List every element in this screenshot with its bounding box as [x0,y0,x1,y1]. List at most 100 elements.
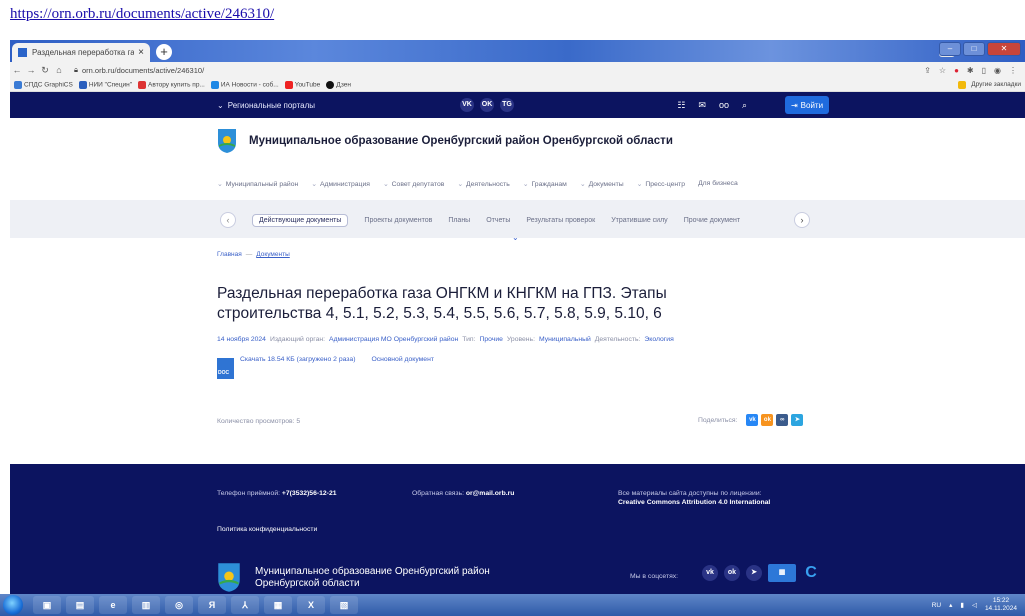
telegram-icon[interactable]: TG [500,98,514,112]
taskbar-chrome-icon[interactable]: ◎ [165,596,193,614]
taskbar-ie-icon[interactable]: e [99,596,127,614]
tab-plans[interactable]: Планы [448,217,470,224]
expand-chevron-icon[interactable]: ⌄ [512,233,519,242]
regional-portals-dropdown[interactable]: ⌄ Региональные порталы [217,101,315,110]
bookmark-item-0[interactable]: СПДС GraphiCS [14,80,73,89]
nav-item-council[interactable]: ⌄ Совет депутатов [383,180,444,188]
footer-telegram-icon[interactable]: ➤ [746,565,762,581]
taskbar-yandex-icon[interactable]: Я [198,596,226,614]
tab-inspection-results[interactable]: Результаты проверок [526,217,595,224]
type-link[interactable]: Прочие [479,336,502,343]
vk-icon[interactable]: VK [460,98,474,112]
new-tab-button[interactable]: + [156,44,172,60]
login-icon: ⇥ [790,100,798,110]
share-icon[interactable]: ⇪ [924,66,931,75]
url-input[interactable]: 🔒︎ orn.orb.ru/documents/active/246310/ [74,64,916,76]
sidepanel-icon[interactable]: ▯ [982,66,986,75]
accessibility-icon[interactable]: oo [719,100,729,111]
taskbar-folder-icon[interactable]: ▤ [66,596,94,614]
share-ok-icon[interactable]: ok [761,414,774,426]
tab-other-documents[interactable]: Прочие документ [684,217,740,224]
network-icon[interactable]: ▮ [960,601,964,609]
volume-icon[interactable]: ◁ [972,601,977,609]
privacy-policy-link[interactable]: Политика конфиденциальности [217,526,317,533]
footer-c-logo-icon[interactable]: C [802,565,820,581]
nav-item-business[interactable]: Для бизнеса [698,180,738,188]
tab-expired[interactable]: Утратившие силу [611,217,667,224]
taskbar-pdf-icon[interactable]: ⅄ [231,596,259,614]
bookmark-item-1[interactable]: НИИ "Специн" [78,80,132,89]
footer-coat-of-arms-icon[interactable] [217,562,241,593]
mail-link[interactable]: or@mail.orb.ru [466,490,515,497]
nav-item-administration[interactable]: ⌄ Администрация [311,180,370,188]
bookmark-item-4[interactable]: YouTube [284,80,320,89]
footer-widget-icon[interactable]: ▦ [768,564,796,582]
nav-item-activity[interactable]: ⌄ Деятельность [457,180,509,188]
share-telegram-icon[interactable]: ➤ [791,414,804,426]
other-bookmarks[interactable]: Другие закладки [958,80,1025,89]
taskbar-app-icon[interactable]: ▣ [33,596,61,614]
license-link[interactable]: Creative Commons Attribution 4.0 Interna… [618,499,770,506]
taskbar-explorer-icon[interactable]: ▦ [264,596,292,614]
tab-title: Раздельная переработка газа О [32,48,135,57]
home-icon[interactable]: ⌂ [52,65,66,75]
sitemap-icon[interactable]: ☷ [677,100,685,111]
bookmark-item-3[interactable]: ИА Новости - соб... [210,80,279,89]
start-button[interactable] [3,595,23,615]
tabs-next-button[interactable]: › [794,212,810,228]
nav-item-press[interactable]: ⌄ Пресс-центр [637,180,685,188]
bookmark-item-2[interactable]: Автору купить пр... [138,80,205,89]
profile-icon[interactable]: ◉ [994,66,1001,75]
site-header: Муниципальное образование Оренбургский р… [217,128,673,154]
tab-reports[interactable]: Отчеты [486,217,510,224]
level-link[interactable]: Муниципальный [539,336,591,343]
forward-icon[interactable]: → [24,65,38,75]
page-title: Раздельная переработка газа ОНГКМ и КНГК… [217,285,667,322]
phone-link[interactable]: +7(3532)56-12-21 [282,490,337,497]
site-name[interactable]: Муниципальное образование Оренбургский р… [249,135,673,147]
nav-item-district[interactable]: ⌄ Муниципальный район [217,180,298,188]
footer-ok-icon[interactable]: ok [724,565,740,581]
taskbar-excel-icon[interactable]: X [297,596,325,614]
caption-url[interactable]: https://orn.orb.ru/documents/active/2463… [10,6,274,23]
clock[interactable]: 15:22 14.11.2024 [985,597,1017,613]
issuer-link[interactable]: Администрация МО Оренбургский район [329,336,458,343]
extension-icon[interactable]: ● [954,66,959,75]
reload-icon[interactable]: ↻ [38,65,52,76]
nav-item-documents[interactable]: ⌄ Документы [580,180,624,188]
language-indicator[interactable]: RU [932,602,941,609]
taskbar-viewer-icon[interactable]: ▧ [330,596,358,614]
puzzle-icon[interactable]: ✱ [967,66,974,75]
download-link[interactable]: Скачать 18.54 КБ (загружено 2 раза) [240,356,355,363]
share-vk-icon[interactable]: vk [746,414,759,426]
footer-vk-icon[interactable]: vk [702,565,718,581]
nav-item-citizens[interactable]: ⌄ Гражданам [523,180,567,188]
browser-tab[interactable]: Раздельная переработка газа О × [12,43,150,62]
menu-icon[interactable]: ⋮ [1009,66,1017,75]
close-window-icon[interactable]: ✕ [987,42,1021,56]
tabs-prev-button[interactable]: ‹ [220,212,236,228]
tray-arrow-icon[interactable]: ▴ [949,601,952,609]
footer-mail: Обратная связь: or@mail.orb.ru [412,490,515,497]
search-icon[interactable]: ⌕ [742,100,747,111]
breadcrumb-home[interactable]: Главная [217,251,242,258]
tab-active-documents[interactable]: Действующие документы [252,213,349,227]
close-tab-icon[interactable]: × [138,47,144,58]
taskbar-calc-icon[interactable]: ▥ [132,596,160,614]
minimize-icon[interactable]: – [939,42,961,56]
share-link-icon[interactable]: ∞ [776,414,789,426]
back-icon[interactable]: ← [10,65,24,75]
footer-social-label: Мы в соцсетях: [630,573,679,580]
mail-icon[interactable]: ✉ [698,100,706,111]
star-icon[interactable]: ☆ [939,66,946,75]
coat-of-arms-icon[interactable] [217,128,237,154]
portals-label: Региональные порталы [227,100,316,110]
activity-link[interactable]: Экология [644,336,673,343]
breadcrumb-documents[interactable]: Документы [256,251,290,258]
maximize-icon[interactable]: □ [963,42,985,56]
doc-file-icon[interactable]: DOC [217,358,234,379]
ok-icon[interactable]: OK [480,98,494,112]
login-button[interactable]: ⇥ Войти [785,96,829,114]
tab-draft-documents[interactable]: Проекты документов [364,217,432,224]
bookmark-item-5[interactable]: Дзен [326,80,351,89]
